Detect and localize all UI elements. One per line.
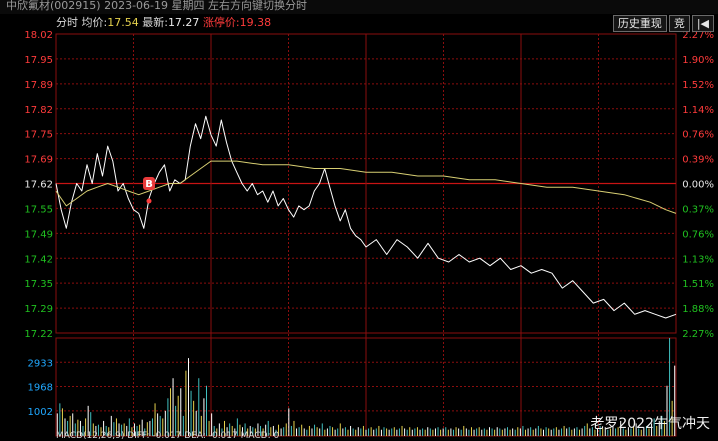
chart-grid (55, 33, 677, 437)
pct-tick-label: 1.14% (682, 105, 714, 116)
pct-tick-label: 0.76% (682, 229, 714, 240)
watermark-text: 老罗2022牛气冲天 (590, 416, 710, 432)
price-tick-label: 17.55 (24, 204, 53, 215)
pct-tick-label: 0.76% (682, 130, 714, 141)
history-replay-button[interactable]: 历史重现 (612, 15, 667, 32)
collapse-icon[interactable]: |◀ (691, 15, 714, 32)
pct-tick-label: 2.27% (682, 329, 714, 340)
fenshi-label: 分时 (56, 16, 78, 29)
pct-tick-label: 0.39% (682, 155, 714, 166)
macd-label: MACD(12,26,9) DIFF: -0.017 DEA: -0.017 M… (56, 431, 280, 441)
price-tick-label: 17.22 (24, 329, 53, 340)
pct-tick-label: 1.13% (682, 254, 714, 265)
avg-value: 17.54 (107, 16, 139, 29)
axis-labels: 18.02 2.27% 17.95 1.90% 17.89 1.52% 17.82 1.14%… (24, 30, 714, 418)
pct-tick-label: 1.51% (682, 279, 714, 290)
price-tick-label: 18.02 (24, 30, 53, 41)
price-tick-label: 17.82 (24, 105, 53, 116)
buy-marker: B (143, 176, 155, 204)
price-tick-label: 17.95 (24, 55, 53, 66)
macd-indicator-bar: MACD(12,26,9) DIFF: -0.017 DEA: -0.017 M… (56, 432, 279, 441)
intraday-chart[interactable]: 18.02 2.27% 17.95 1.90% 17.89 1.52% 17.82 1.14%… (0, 0, 718, 441)
limit-value: 19.38 (239, 16, 272, 29)
price-tick-label: 17.75 (24, 130, 53, 141)
price-tick-label: 17.29 (24, 304, 53, 315)
pct-tick-label: 1.52% (682, 80, 714, 91)
latest-label: 最新: (142, 16, 168, 29)
volume-tick-label: 1968 (28, 383, 53, 394)
volume-tick-label: 2933 (28, 358, 53, 369)
price-tick-label: 17.62 (24, 180, 53, 191)
pct-tick-label: 0.37% (682, 204, 714, 215)
limit-label: 涨停价: (202, 16, 240, 29)
volume-tick-label: 1002 (28, 407, 53, 418)
pct-tick-label: 0.00% (682, 180, 714, 191)
bid-button[interactable]: 竞 (668, 15, 690, 32)
avg-label: 均价: (81, 16, 108, 29)
pct-tick-label: 1.88% (682, 304, 714, 315)
price-tick-label: 17.42 (24, 254, 53, 265)
price-tick-label: 17.49 (24, 229, 53, 240)
latest-value: 17.27 (167, 16, 200, 29)
pct-tick-label: 1.90% (682, 55, 714, 66)
buy-marker-dot (146, 198, 152, 204)
toolbar: 历史重现 竞 |◀ (612, 15, 714, 32)
buy-marker-label: B (145, 179, 153, 190)
price-tick-label: 17.35 (24, 279, 53, 290)
price-tick-label: 17.89 (24, 80, 53, 91)
price-tick-label: 17.69 (24, 155, 53, 166)
info-bar: 分时 均价:17.54 最新:17.27 涨停价:19.38 (56, 15, 271, 31)
